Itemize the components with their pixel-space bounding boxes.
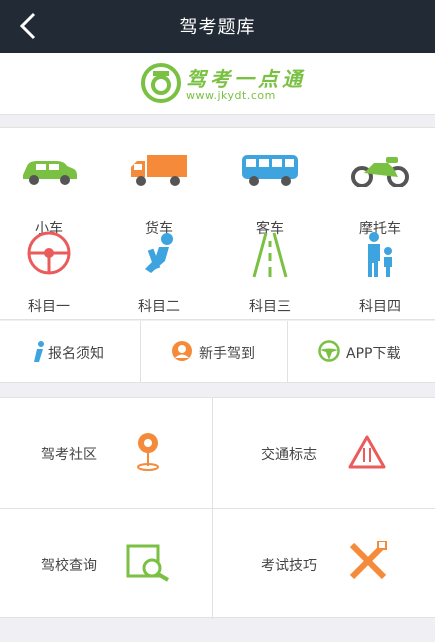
steering-wheel-icon xyxy=(27,231,71,275)
brand-url: www.jkydt.com xyxy=(186,89,276,102)
pedestrians-icon xyxy=(368,232,392,277)
location-pin-icon xyxy=(137,433,159,471)
quick-link-registration[interactable]: 报名须知 xyxy=(0,321,140,383)
logo-icon xyxy=(141,63,181,103)
brand-banner: 驾考一点通 www.jkydt.com xyxy=(0,53,435,115)
road-icon xyxy=(252,232,288,278)
category-grid: 小车 货车 客车 摩托车 科目一 科目二 科目三 科目四 xyxy=(0,127,435,320)
truck-icon xyxy=(131,155,187,186)
user-icon xyxy=(172,341,192,361)
feature-label: 交通标志 xyxy=(261,447,317,463)
feature-traffic-signs[interactable]: 交通标志 xyxy=(213,398,425,508)
category-subject-three[interactable]: 科目三 xyxy=(216,232,324,323)
category-label: 科目四 xyxy=(359,299,401,315)
category-subject-four[interactable]: 科目四 xyxy=(326,232,434,323)
feature-exam-tips[interactable]: 考试技巧 xyxy=(213,509,425,619)
page-title: 驾考题库 xyxy=(179,17,256,38)
quick-links-bar: 报名须知 新手驾到 APP下载 xyxy=(0,321,435,383)
feature-school-search[interactable]: 驾校查询 xyxy=(0,509,212,619)
driver-seat-icon xyxy=(145,233,173,273)
info-icon xyxy=(34,341,44,362)
category-label: 科目一 xyxy=(28,299,70,315)
quick-link-label: APP下载 xyxy=(346,346,401,362)
feature-label: 考试技巧 xyxy=(261,558,317,574)
car-icon xyxy=(23,161,77,185)
feature-community[interactable]: 驾考社区 xyxy=(0,398,212,508)
quick-link-label: 报名须知 xyxy=(48,346,104,362)
top-bar: 驾考题库 xyxy=(0,0,435,53)
category-subject-two[interactable]: 科目二 xyxy=(105,233,213,323)
category-label: 科目二 xyxy=(138,299,180,315)
category-subject-one[interactable]: 科目一 xyxy=(0,231,103,323)
feature-label: 驾考社区 xyxy=(41,447,97,463)
quick-link-label: 新手驾到 xyxy=(199,346,255,362)
tools-icon xyxy=(349,541,387,580)
feature-label: 驾校查询 xyxy=(41,558,97,574)
quick-link-beginners[interactable]: 新手驾到 xyxy=(141,321,287,383)
search-icon xyxy=(126,544,170,582)
bus-icon xyxy=(242,155,298,186)
steering-wheel-icon xyxy=(318,340,340,362)
category-label: 科目三 xyxy=(249,299,291,315)
divider xyxy=(0,508,435,509)
warning-sign-icon xyxy=(348,435,386,469)
motorcycle-icon xyxy=(351,157,409,187)
quick-link-app-download[interactable]: APP下载 xyxy=(288,321,435,383)
feature-grid: 驾考社区 交通标志 驾校查询 考试技巧 xyxy=(0,397,435,619)
brand-name: 驾考一点通 xyxy=(186,67,306,91)
